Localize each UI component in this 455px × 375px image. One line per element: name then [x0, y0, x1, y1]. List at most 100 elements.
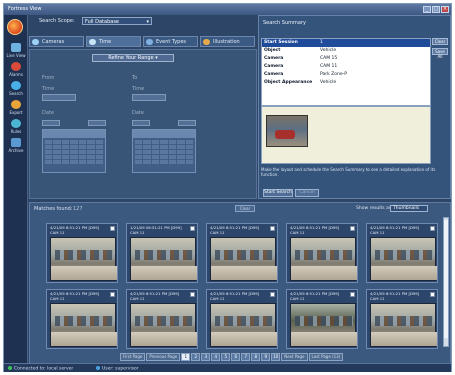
- camera-snapshot[interactable]: [290, 303, 357, 347]
- show-results-select[interactable]: Thumbnails: [390, 205, 428, 212]
- tab-label: Illustration: [213, 39, 240, 45]
- camera-snapshot[interactable]: [130, 303, 197, 347]
- camera-snapshot[interactable]: [50, 303, 117, 347]
- result-card[interactable]: 4/21/09 6:51:21 PM [D99] CAM 11: [206, 223, 278, 283]
- start-search-button[interactable]: Start Search: [263, 189, 293, 197]
- to-month-select[interactable]: [132, 120, 150, 126]
- camera-snapshot[interactable]: [290, 237, 357, 281]
- search-scope-select[interactable]: Full Database ▾: [82, 17, 152, 25]
- first-page-button[interactable]: First Page: [120, 353, 146, 361]
- result-card[interactable]: 4/21/09 6:51:21 PM [D99] CAM 11: [46, 223, 118, 283]
- result-caption: 4/21/09 6:51:21 PM [D99] CAM 11: [290, 225, 340, 235]
- summary-row[interactable]: Camera CAM 15: [262, 55, 430, 63]
- select-checkbox[interactable]: [110, 292, 115, 297]
- page-number[interactable]: 5: [221, 353, 231, 361]
- summary-row[interactable]: Object Vehicle: [262, 47, 430, 55]
- summary-row[interactable]: Start Session 1: [262, 39, 430, 47]
- summary-row[interactable]: Camera CAM 11: [262, 63, 430, 71]
- page-number[interactable]: 2: [191, 353, 201, 361]
- to-time-field[interactable]: [132, 94, 166, 101]
- result-card[interactable]: 4/21/09 6:51:21 PM [D99] CAM 11: [366, 223, 438, 283]
- calendar-grid[interactable]: [43, 138, 105, 166]
- select-checkbox[interactable]: [110, 226, 115, 231]
- select-checkbox[interactable]: [350, 226, 355, 231]
- camera-snapshot[interactable]: [370, 237, 437, 281]
- result-card[interactable]: 4/21/09 6:51:21 PM [D99] CAM 11: [286, 289, 358, 349]
- cancel-search-button[interactable]: Cancel: [295, 189, 319, 197]
- result-card[interactable]: 4/21/09 6:51:21 PM [D99] CAM 11: [366, 289, 438, 349]
- page-number[interactable]: 1: [181, 353, 191, 361]
- select-checkbox[interactable]: [430, 226, 435, 231]
- sidebar-item-alarms[interactable]: Alarms: [4, 62, 28, 77]
- sidebar-item-rules[interactable]: Rules: [4, 119, 28, 134]
- previous-page-button[interactable]: Previous Page: [146, 353, 181, 361]
- page-number[interactable]: 9: [261, 353, 271, 361]
- tab-time[interactable]: Time: [86, 36, 141, 47]
- select-checkbox[interactable]: [270, 226, 275, 231]
- page-number[interactable]: 7: [241, 353, 251, 361]
- result-card[interactable]: 4/21/09 6:51:21 PM [D99] CAM 11: [126, 289, 198, 349]
- calendar-grid[interactable]: [133, 138, 195, 166]
- summary-note: Make the layout and schedule the Search …: [261, 167, 436, 177]
- event-icon: [146, 39, 153, 45]
- sidebar-item-search[interactable]: Search: [4, 81, 28, 96]
- select-checkbox[interactable]: [190, 226, 195, 231]
- maximize-button[interactable]: □: [432, 6, 440, 13]
- summary-table: Start Session 1 Object Vehicle Camera CAM 1…: [261, 38, 431, 106]
- summary-clear-button[interactable]: Clear: [432, 38, 448, 45]
- sidebar-item-export[interactable]: Export: [4, 100, 28, 115]
- page-number[interactable]: 10: [271, 353, 281, 361]
- page-number[interactable]: 8: [251, 353, 261, 361]
- sidebar-item-live-view[interactable]: Live View: [4, 43, 28, 58]
- minimize-button[interactable]: _: [423, 6, 431, 13]
- result-card[interactable]: 4/21/09 6:51:21 PM [D99] CAM 11: [206, 289, 278, 349]
- summary-save-button[interactable]: Save All: [432, 48, 448, 59]
- pagination: First Page Previous Page 1 2 3 4 5 6 7 8…: [120, 353, 344, 362]
- select-checkbox[interactable]: [430, 292, 435, 297]
- tab-illustration[interactable]: Illustration: [200, 36, 255, 47]
- summary-title: Search Summary: [263, 20, 306, 26]
- sidebar-item-label: Search: [9, 91, 23, 96]
- camera-snapshot[interactable]: [370, 303, 437, 347]
- to-label: To: [132, 75, 138, 81]
- from-month-select[interactable]: [42, 120, 60, 126]
- from-year-select[interactable]: [88, 120, 106, 126]
- close-button[interactable]: ×: [441, 6, 449, 13]
- result-card[interactable]: 4/21/09 6:51:21 PM [D99] CAM 11: [286, 223, 358, 283]
- page-number[interactable]: 4: [211, 353, 221, 361]
- page-number[interactable]: 6: [231, 353, 241, 361]
- to-calendar[interactable]: [132, 129, 196, 173]
- last-page-button[interactable]: Last Page (13): [308, 353, 344, 361]
- summary-row[interactable]: Object Appearance Vehicle: [262, 79, 430, 87]
- select-checkbox[interactable]: [270, 292, 275, 297]
- clear-results-button[interactable]: Clear: [235, 205, 255, 212]
- search-summary-panel: Search Summary Clear Save All Start Sess…: [258, 15, 451, 199]
- next-page-button[interactable]: Next Page: [281, 353, 308, 361]
- status-bar: Connected to: local server User: supervi…: [4, 363, 451, 372]
- from-time-field[interactable]: [42, 94, 76, 101]
- tab-event-types[interactable]: Event Types: [143, 36, 198, 47]
- show-results-label: Show results as: [356, 206, 392, 211]
- refine-range-button[interactable]: Refine Your Range ▾: [92, 54, 174, 62]
- tab-cameras[interactable]: Cameras: [29, 36, 84, 47]
- scrollbar-thumb[interactable]: [444, 220, 448, 338]
- camera-snapshot[interactable]: [210, 303, 277, 347]
- result-card[interactable]: 4/21/09 6:51:21 PM [D99] CAM 11: [46, 289, 118, 349]
- summary-row[interactable]: Camera Park Zone-P: [262, 71, 430, 79]
- from-calendar[interactable]: [42, 129, 106, 173]
- to-year-select[interactable]: [178, 120, 196, 126]
- tab-label: Time: [99, 39, 112, 45]
- page-number[interactable]: 3: [201, 353, 211, 361]
- search-scope-label: Search Scope:: [39, 18, 75, 24]
- camera-snapshot[interactable]: [50, 237, 117, 281]
- camera-snapshot[interactable]: [210, 237, 277, 281]
- clock-icon: [89, 39, 96, 45]
- sidebar-item-archive[interactable]: Archive: [4, 138, 28, 153]
- select-checkbox[interactable]: [190, 292, 195, 297]
- camera-snapshot[interactable]: [130, 237, 197, 281]
- result-caption: 4/21/09 6:51:21 PM [D99] CAM 11: [210, 291, 260, 301]
- select-checkbox[interactable]: [350, 292, 355, 297]
- reference-image[interactable]: [266, 115, 308, 147]
- result-card[interactable]: 1/21/09 06:51:21 PM [D99] CAM 11: [126, 223, 198, 283]
- results-scrollbar[interactable]: [443, 217, 449, 347]
